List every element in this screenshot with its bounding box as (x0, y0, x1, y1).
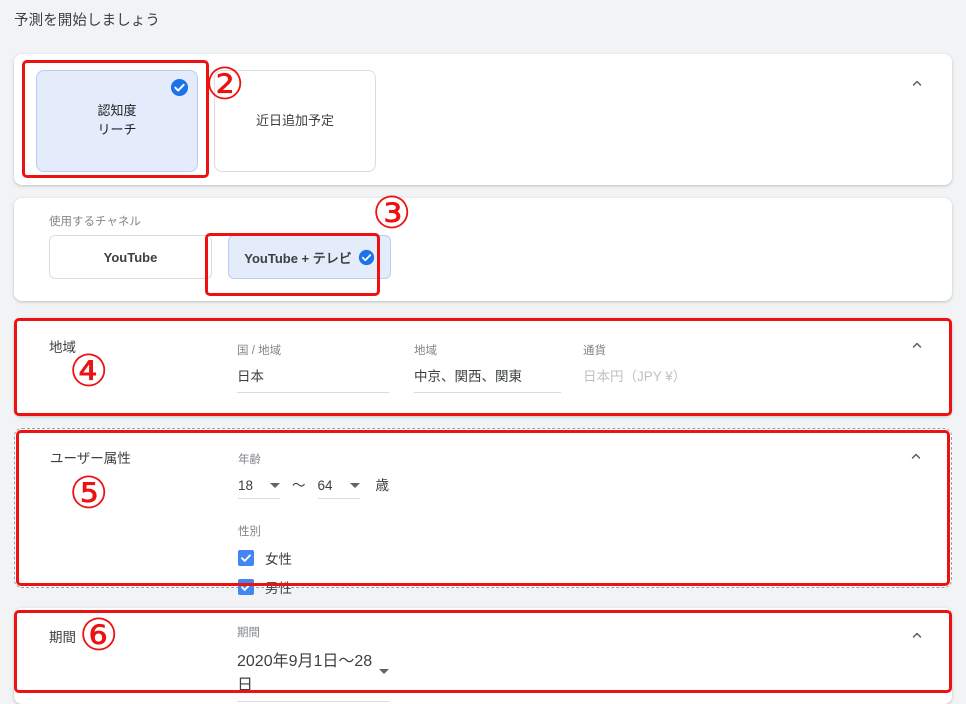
caret-down-icon (349, 483, 360, 488)
caret-down-icon (270, 483, 280, 488)
objective-card-title: 認知度 (97, 103, 137, 119)
region-section-card: 地域 国 / 地域 日本 地域 中京、関西、関東 通貨 日本円（JPY ¥） (14, 318, 952, 416)
check-circle-icon (358, 249, 375, 266)
period-section-title: 期間 (49, 630, 76, 645)
country-field-value: 日本 (237, 365, 389, 393)
age-from-value: 18 (238, 478, 254, 493)
caret-down-icon (379, 668, 389, 674)
objective-section-card: 認知度 リーチ 近日追加予定 (14, 54, 952, 185)
chevron-up-icon[interactable] (908, 336, 926, 354)
gender-field: 性別 女性 男性 (238, 523, 292, 606)
region-field[interactable]: 地域 中京、関西、関東 (414, 342, 561, 393)
age-from-dropdown[interactable]: 18 (238, 478, 280, 499)
page-title: 予測を開始しましょう (14, 13, 160, 29)
objective-card-awareness[interactable]: 認知度 リーチ (36, 70, 198, 172)
demographics-section-title: ユーザー属性 (50, 451, 131, 466)
age-to-dropdown[interactable]: 64 (317, 478, 360, 499)
currency-field-label: 通貨 (583, 345, 606, 357)
region-field-label: 地域 (414, 345, 437, 357)
gender-field-label: 性別 (238, 526, 261, 538)
country-field[interactable]: 国 / 地域 日本 (237, 342, 389, 393)
age-range-separator: 〜 (292, 478, 306, 493)
region-section-title: 地域 (49, 340, 76, 355)
chevron-up-icon[interactable] (907, 447, 925, 465)
objective-card-title: 近日追加予定 (255, 112, 334, 128)
age-unit-label: 歳 (375, 478, 390, 493)
age-field: 年齢 18 〜 64 歳 (238, 451, 389, 499)
channel-button-label: YouTube + テレビ (244, 250, 352, 266)
channel-section-card: 使用するチャネル YouTube YouTube + テレビ (14, 198, 952, 301)
channel-button-label: YouTube (103, 249, 158, 265)
demographics-section-card: ユーザー属性 年齢 18 〜 64 歳 性別 女性 男性 (14, 428, 952, 596)
currency-field-value: 日本円（JPY ¥） (583, 369, 687, 384)
objective-card-list: 認知度 リーチ 近日追加予定 (36, 70, 376, 172)
age-field-label: 年齢 (238, 454, 261, 466)
channel-button-youtube-tv[interactable]: YouTube + テレビ (228, 235, 391, 279)
chevron-up-icon[interactable] (908, 626, 926, 644)
period-field-label: 期間 (237, 627, 260, 639)
age-to-value: 64 (317, 478, 333, 493)
country-field-label: 国 / 地域 (237, 345, 282, 357)
gender-checkbox-female[interactable]: 女性 (238, 548, 292, 568)
objective-card-coming-soon[interactable]: 近日追加予定 (214, 70, 376, 172)
period-field[interactable]: 期間 2020年9月1日〜28日 (237, 624, 389, 702)
channel-label: 使用するチャネル (49, 216, 141, 228)
period-section-card: 期間 期間 2020年9月1日〜28日 (14, 608, 952, 704)
checkbox-checked-icon (238, 579, 254, 595)
gender-option-label: 男性 (265, 581, 292, 596)
channel-button-youtube[interactable]: YouTube (49, 235, 212, 279)
objective-card-subtitle: リーチ (97, 122, 137, 137)
gender-checkbox-male[interactable]: 男性 (238, 577, 292, 597)
period-dropdown[interactable]: 2020年9月1日〜28日 (237, 647, 389, 702)
chevron-up-icon[interactable] (908, 74, 926, 92)
region-field-value: 中京、関西、関東 (414, 365, 561, 393)
checkbox-checked-icon (238, 550, 254, 566)
currency-field: 通貨 日本円（JPY ¥） (583, 342, 753, 392)
channel-button-group: YouTube YouTube + テレビ (49, 235, 391, 279)
period-field-value: 2020年9月1日〜28日 (237, 653, 373, 694)
check-circle-icon (170, 78, 189, 97)
gender-option-label: 女性 (265, 552, 292, 567)
